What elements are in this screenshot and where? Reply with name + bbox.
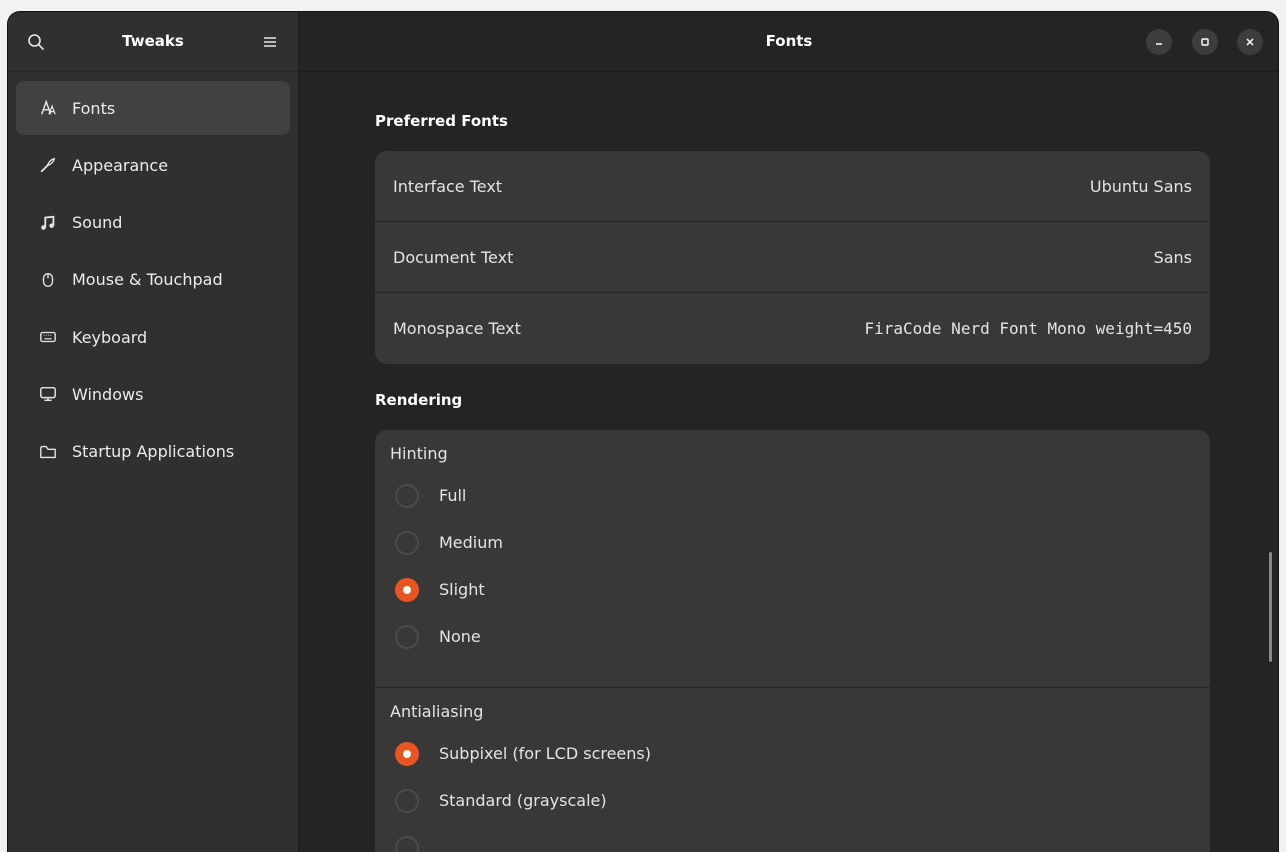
hinting-option-slight[interactable]: Slight (390, 566, 1195, 613)
option-label: Medium (439, 533, 503, 552)
appearance-icon (38, 155, 58, 175)
preferred-fonts-heading: Preferred Fonts (375, 112, 508, 130)
radio-button[interactable] (395, 531, 419, 555)
sidebar-item-label: Fonts (72, 99, 115, 118)
folder-icon (38, 442, 58, 462)
sidebar-item-mouse-touchpad[interactable]: Mouse & Touchpad (16, 253, 290, 307)
keyboard-icon (38, 327, 58, 347)
antialiasing-option-partial[interactable] (390, 824, 1195, 852)
close-button[interactable] (1237, 29, 1263, 55)
sidebar-header: Tweaks (8, 12, 298, 72)
hinting-group: Hinting Full Medium Slight None (375, 430, 1210, 687)
sidebar-list: Fonts Appearance Sound Mouse & Touchpad (8, 72, 298, 479)
option-label: None (439, 627, 481, 646)
scrollbar[interactable] (1269, 552, 1272, 662)
minimize-button[interactable] (1146, 29, 1172, 55)
sidebar-item-sound[interactable]: Sound (16, 196, 290, 250)
hinting-option-none[interactable]: None (390, 613, 1195, 660)
sidebar-item-label: Startup Applications (72, 442, 234, 461)
sidebar: Tweaks Fonts Appearance (8, 12, 299, 852)
radio-button-selected[interactable] (395, 742, 419, 766)
option-label: Slight (439, 580, 485, 599)
sidebar-item-fonts[interactable]: Fonts (16, 81, 290, 135)
row-label: Interface Text (393, 177, 502, 196)
radio-button[interactable] (395, 789, 419, 813)
row-label: Document Text (393, 248, 513, 267)
antialiasing-option-standard[interactable]: Standard (grayscale) (390, 777, 1195, 824)
sidebar-item-label: Mouse & Touchpad (72, 270, 223, 289)
preferred-fonts-card: Interface Text Ubuntu Sans Document Text… (375, 151, 1210, 364)
sidebar-item-label: Sound (72, 213, 122, 232)
rendering-card: Hinting Full Medium Slight None (375, 430, 1210, 852)
menu-icon[interactable] (260, 32, 280, 52)
document-text-row[interactable]: Document Text Sans (375, 222, 1210, 293)
option-label: Standard (grayscale) (439, 791, 607, 810)
radio-button[interactable] (395, 625, 419, 649)
option-label: Full (439, 486, 466, 505)
row-value: FiraCode Nerd Font Mono weight=450 (864, 319, 1192, 338)
row-value: Ubuntu Sans (1090, 177, 1192, 196)
maximize-button[interactable] (1192, 29, 1218, 55)
antialiasing-label: Antialiasing (390, 702, 1195, 730)
tweaks-window: Tweaks Fonts Appearance (8, 12, 1278, 852)
antialiasing-group: Antialiasing Subpixel (for LCD screens) … (375, 688, 1210, 852)
sidebar-item-startup-applications[interactable]: Startup Applications (16, 425, 290, 479)
option-label: Subpixel (for LCD screens) (439, 744, 651, 763)
close-icon (1244, 36, 1256, 48)
minimize-icon (1153, 36, 1165, 48)
page-title: Fonts (300, 32, 1278, 50)
monospace-text-row[interactable]: Monospace Text FiraCode Nerd Font Mono w… (375, 293, 1210, 364)
sidebar-item-keyboard[interactable]: Keyboard (16, 310, 290, 364)
sidebar-item-label: Windows (72, 385, 143, 404)
main-panel: Fonts Preferred Fonts Interface Text Ubu… (300, 12, 1278, 852)
header-bar: Fonts (300, 12, 1278, 72)
sidebar-item-windows[interactable]: Windows (16, 367, 290, 421)
mouse-icon (38, 270, 58, 290)
sidebar-title: Tweaks (8, 32, 298, 50)
hinting-label: Hinting (390, 444, 1195, 472)
radio-button-selected[interactable] (395, 578, 419, 602)
fonts-icon (38, 98, 58, 118)
rendering-heading: Rendering (375, 391, 462, 409)
hinting-option-full[interactable]: Full (390, 472, 1195, 519)
radio-button[interactable] (395, 836, 419, 852)
interface-text-row[interactable]: Interface Text Ubuntu Sans (375, 151, 1210, 222)
row-label: Monospace Text (393, 319, 521, 338)
sidebar-item-label: Keyboard (72, 328, 147, 347)
maximize-icon (1199, 36, 1211, 48)
music-note-icon (38, 213, 58, 233)
hinting-option-medium[interactable]: Medium (390, 519, 1195, 566)
sidebar-item-label: Appearance (72, 156, 168, 175)
sidebar-item-appearance[interactable]: Appearance (16, 138, 290, 192)
monitor-icon (38, 384, 58, 404)
antialiasing-option-subpixel[interactable]: Subpixel (for LCD screens) (390, 730, 1195, 777)
row-value: Sans (1154, 248, 1192, 267)
radio-button[interactable] (395, 484, 419, 508)
